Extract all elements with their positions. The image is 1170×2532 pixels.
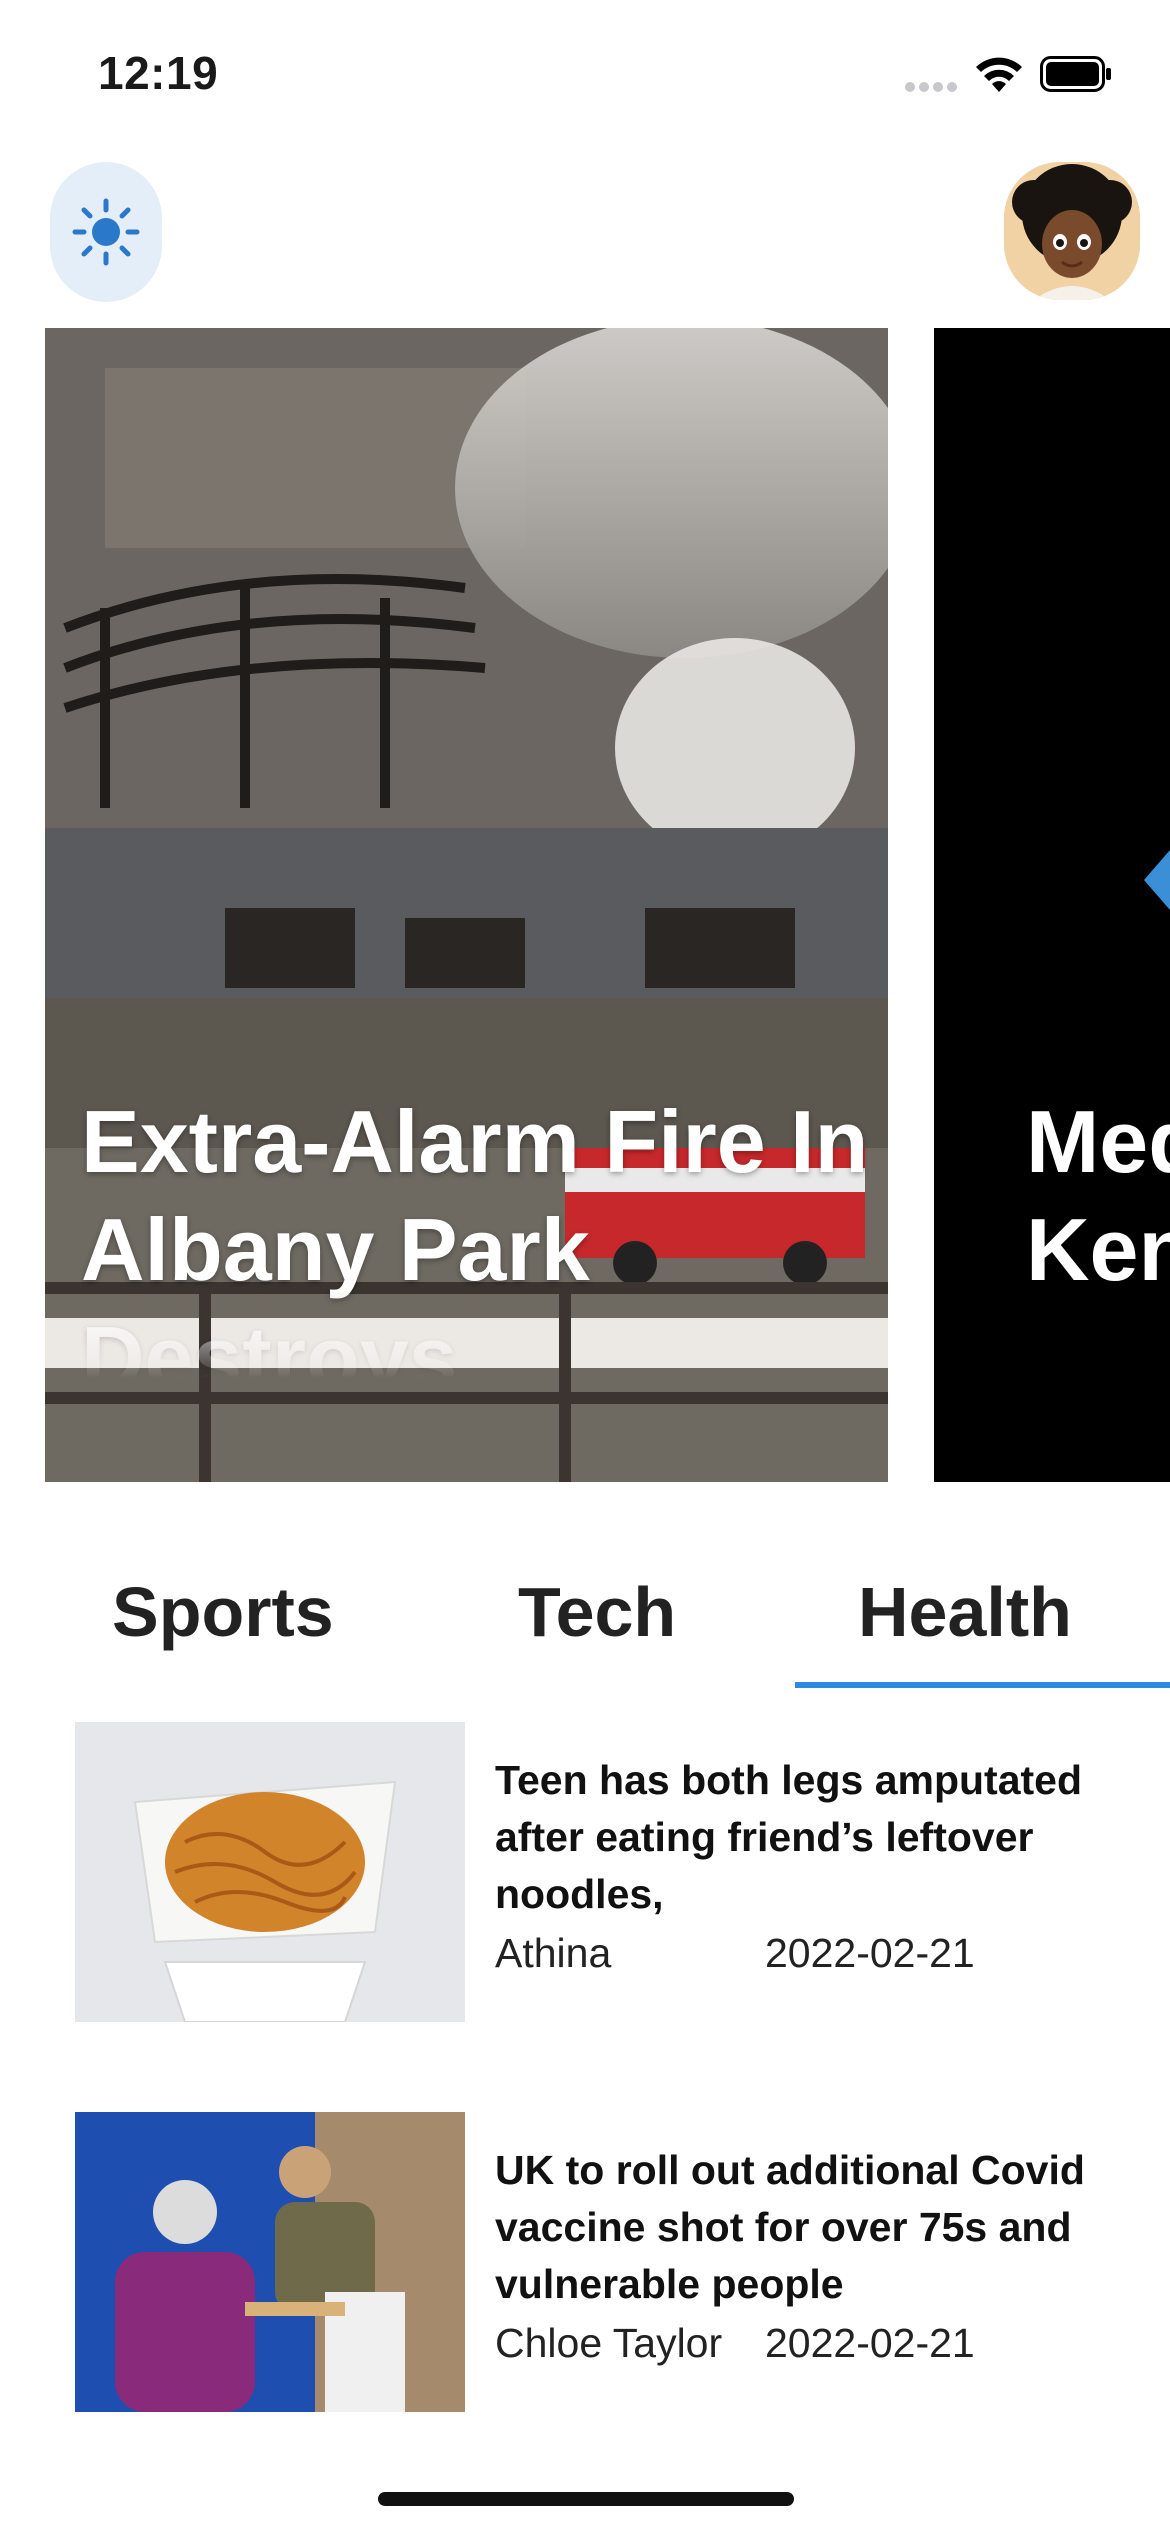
status-bar: 12:19 [0, 0, 1170, 150]
list-item[interactable]: Teen has both legs amputated after eatin… [75, 1722, 1170, 2022]
profile-avatar[interactable] [1004, 162, 1140, 300]
featured-card-title: Med Stri Ken [1026, 1092, 1170, 1299]
featured-card-title: Extra-Alarm Fire In Albany Park Destroys [81, 1092, 869, 1378]
home-indicator [378, 2492, 794, 2506]
avatar-illustration [1004, 162, 1140, 300]
status-time: 12:19 [98, 47, 219, 99]
tab-tech[interactable]: Tech [518, 1572, 676, 1652]
battery-icon [1040, 56, 1111, 92]
featured-card[interactable]: Extra-Alarm Fire In Albany Park Destroys [45, 328, 888, 1482]
article-thumbnail [75, 2112, 465, 2412]
active-tab-indicator [795, 1682, 1170, 1688]
tab-sports[interactable]: Sports [112, 1572, 334, 1652]
article-headline: Teen has both legs amputated after eatin… [495, 1757, 1082, 1917]
category-tabs: Sports Tech Health [0, 1560, 1170, 1690]
tab-health[interactable]: Health [858, 1572, 1072, 1652]
list-item[interactable]: UK to roll out additional Covid vaccine … [75, 2112, 1170, 2412]
sun-icon [72, 198, 140, 266]
article-date: 2022-02-21 [765, 2320, 975, 2366]
article-author: Chloe Taylor [495, 2320, 723, 2366]
theme-toggle-button[interactable] [50, 162, 162, 302]
article-date: 2022-02-21 [765, 1930, 975, 1976]
article-author: Athina [495, 1930, 612, 1976]
wifi-icon [976, 57, 1022, 92]
article-thumbnail [75, 1722, 465, 2022]
cellular-signal-icon [905, 82, 959, 92]
featured-card[interactable]: Med Stri Ken [934, 328, 1170, 1482]
article-headline: UK to roll out additional Covid vaccine … [495, 2147, 1085, 2307]
